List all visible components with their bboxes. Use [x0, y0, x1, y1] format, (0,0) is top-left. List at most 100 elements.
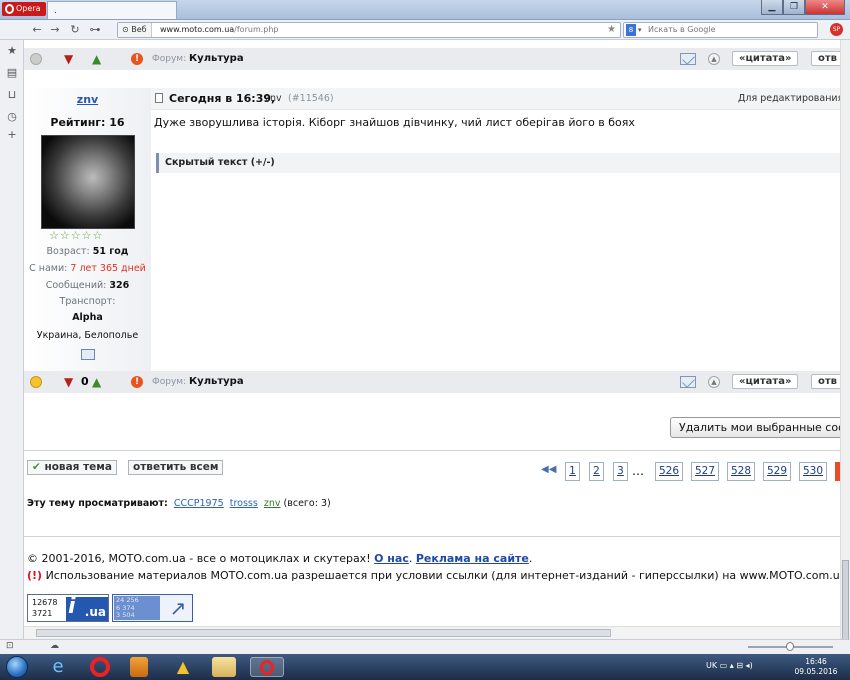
vertical-scrollbar[interactable]: [840, 40, 850, 652]
reply-button[interactable]: отв: [811, 374, 840, 389]
reload-icon[interactable]: ↻: [66, 20, 84, 40]
sp-badge-label: SP: [832, 26, 841, 33]
scrollbar-thumb[interactable]: [36, 629, 611, 637]
bookmark-star-icon[interactable]: ★: [607, 23, 616, 37]
lightbulb-icon[interactable]: [30, 376, 42, 388]
search-engine-dropdown-icon[interactable]: ▾: [638, 23, 642, 37]
first-page-icon[interactable]: ◀◀: [541, 464, 556, 475]
page-link[interactable]: 1: [565, 462, 580, 481]
opera-taskbar-icon[interactable]: [90, 657, 110, 677]
opera-icon: [5, 4, 14, 14]
forward-icon[interactable]: →: [46, 20, 64, 40]
thumbs-up-icon[interactable]: ▲: [92, 376, 106, 388]
maximize-button[interactable]: ❐: [783, 0, 805, 15]
opera-active-task[interactable]: [250, 657, 284, 677]
thumbs-down-icon[interactable]: ▼: [64, 53, 78, 65]
age-value: 51 год: [92, 246, 129, 257]
page-link[interactable]: 526: [655, 462, 683, 481]
key-icon[interactable]: ⊶: [86, 20, 104, 40]
start-button[interactable]: [6, 656, 28, 678]
page-link[interactable]: 530: [799, 462, 827, 481]
notice-text: Использование материалов MOTO.com.ua раз…: [45, 569, 840, 582]
folder-icon[interactable]: [212, 657, 236, 677]
since-value: 7 лет 365 дней: [70, 263, 146, 274]
zoom-slider-handle[interactable]: [786, 642, 794, 651]
about-link[interactable]: О нас: [374, 552, 409, 565]
new-topic-button[interactable]: ✔ новая тема: [27, 460, 117, 475]
turbo-icon[interactable]: ☁: [50, 641, 59, 651]
scroll-up-icon[interactable]: ▲: [708, 376, 720, 388]
horizontal-scrollbar[interactable]: [24, 626, 840, 639]
search-field[interactable]: 8 ▾ Искать в Google: [623, 22, 818, 38]
history-clock-icon[interactable]: ◷: [5, 110, 19, 124]
post-author[interactable]: znv: [265, 93, 282, 104]
bookmarks-star-icon[interactable]: ★: [5, 44, 19, 58]
downloads-icon[interactable]: ⊔: [5, 88, 19, 102]
hidden-text-spoiler[interactable]: Скрытый текст (+/-): [156, 153, 840, 173]
delete-selected-button[interactable]: Удалить мои выбранные сообщения: [670, 417, 840, 438]
opera-menu-button[interactable]: Opera: [2, 2, 46, 16]
lightbulb-icon[interactable]: [30, 53, 42, 65]
page-link[interactable]: 528: [727, 462, 755, 481]
page-link[interactable]: 2: [589, 462, 604, 481]
mail-icon[interactable]: [680, 376, 696, 388]
thumbs-up-icon[interactable]: ▲: [92, 53, 106, 65]
browser-tab[interactable]: .: [47, 1, 177, 19]
ads-link[interactable]: Реклама на сайте: [416, 552, 529, 565]
quote-button[interactable]: «цитата»: [732, 374, 799, 389]
viewer-link[interactable]: znv: [264, 498, 281, 509]
forum-label-text: Форум:: [152, 54, 187, 64]
avatar[interactable]: [41, 135, 135, 229]
back-icon[interactable]: ←: [28, 20, 46, 40]
url-path: /forum.php: [234, 25, 279, 34]
aimp-icon[interactable]: ▲: [172, 657, 194, 677]
reply-button[interactable]: отв: [811, 51, 840, 66]
post-date: Сегодня в 16:39,: [169, 92, 276, 105]
reply-all-button[interactable]: ответить всем: [128, 460, 224, 475]
stats-counter[interactable]: 24 256 6 374 3 504 ↗: [112, 594, 193, 622]
notes-icon[interactable]: ▤: [5, 66, 19, 80]
notice-mark: (!): [27, 569, 43, 582]
scroll-up-icon[interactable]: ▲: [708, 53, 720, 65]
viewer-link[interactable]: CCCP1975: [174, 498, 224, 509]
divider: [24, 450, 840, 451]
mail-icon[interactable]: [680, 53, 696, 65]
internet-explorer-icon[interactable]: e: [47, 657, 69, 677]
close-button[interactable]: ✕: [805, 0, 845, 15]
thumbs-down-icon[interactable]: ▼: [64, 376, 78, 388]
post-action-bar-bottom: ▼ 0 ▲ ! Форум: Культура ▲ «цитата» отв: [24, 371, 840, 393]
age-label: Возраст:: [46, 246, 90, 257]
forum-name-link[interactable]: Культура: [189, 53, 244, 64]
speed-dial-icon[interactable]: SP: [830, 23, 843, 36]
author-location: Украина, Белополье: [36, 330, 139, 341]
report-icon[interactable]: !: [131, 53, 143, 65]
page-link[interactable]: 3: [613, 462, 628, 481]
add-panel-icon[interactable]: +: [5, 128, 19, 142]
counter-value: 12678: [32, 598, 58, 607]
status-bar: ⊡ ☁: [0, 639, 850, 654]
iua-counter[interactable]: 12678 3721 i .ua: [27, 594, 109, 622]
post-id-link[interactable]: (#11546): [288, 93, 334, 104]
clock[interactable]: 16:46 09.05.2016: [791, 657, 841, 677]
browser-toolbar: ← → ↻ ⊶ ⊙ Веб www.moto.com.ua/forum.php …: [0, 20, 850, 40]
page-link[interactable]: 529: [763, 462, 791, 481]
media-player-icon[interactable]: [130, 657, 148, 677]
quote-button[interactable]: «цитата»: [732, 51, 799, 66]
language-indicator[interactable]: UK: [706, 661, 717, 670]
report-icon[interactable]: !: [131, 376, 143, 388]
footer-notice-line: (!) Использование материалов MOTO.com.ua…: [27, 569, 840, 582]
send-message-icon[interactable]: [81, 349, 95, 360]
panel-toggle-icon[interactable]: ⊡: [6, 641, 14, 651]
web-badge-label: Веб: [131, 25, 147, 34]
thumbs-down-count: 0: [81, 375, 89, 388]
page-link[interactable]: 527: [691, 462, 719, 481]
forum-name-link[interactable]: Культура: [189, 376, 244, 387]
messages-label: Сообщений:: [45, 280, 107, 291]
address-bar[interactable]: ⊙ Веб www.moto.com.ua/forum.php ★: [117, 22, 621, 38]
minimize-button[interactable]: ▁: [761, 0, 783, 15]
author-name-link[interactable]: znv: [24, 93, 151, 106]
arrow-up-right-icon: ↗: [169, 596, 187, 620]
post-document-icon: [155, 93, 163, 103]
viewer-link[interactable]: trosss: [230, 498, 258, 509]
new-topic-label: новая тема: [44, 461, 112, 473]
